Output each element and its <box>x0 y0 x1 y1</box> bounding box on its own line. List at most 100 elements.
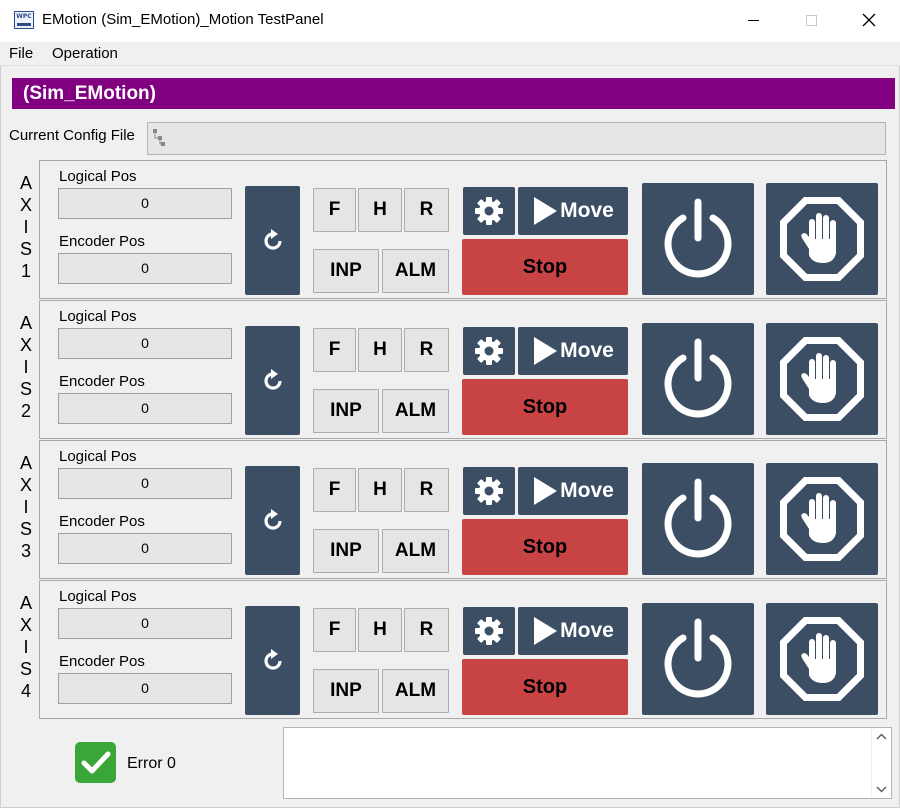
menu-file[interactable]: File <box>9 45 33 62</box>
move-button[interactable]: Move <box>518 327 628 375</box>
axis-1-label: A X I S 1 <box>14 172 38 282</box>
forward-limit-button[interactable]: F <box>313 188 356 232</box>
config-file-label: Current Config File <box>9 127 135 144</box>
gear-icon <box>475 337 503 365</box>
axis-3-label: A X I S 3 <box>14 452 38 562</box>
forward-limit-button[interactable]: F <box>313 608 356 652</box>
message-log[interactable] <box>283 727 892 799</box>
inp-button[interactable]: INP <box>313 249 379 293</box>
gear-icon <box>475 617 503 645</box>
stop-hand-icon <box>780 477 864 561</box>
axis-label-letter: A <box>19 313 32 333</box>
servo-power-button[interactable] <box>642 603 754 715</box>
axis-label-letter: S <box>19 239 32 259</box>
settings-button[interactable] <box>463 187 515 235</box>
window-title: EMotion (Sim_EMotion)_Motion TestPanel <box>42 11 324 28</box>
reverse-limit-button[interactable]: R <box>404 328 449 372</box>
reverse-limit-button[interactable]: R <box>404 468 449 512</box>
axis-2-panel: Logical Pos 0 Encoder Pos 0 F H R INP AL… <box>39 300 887 439</box>
alm-button[interactable]: ALM <box>382 249 449 293</box>
power-icon <box>664 478 732 558</box>
axis-label-letter: I <box>23 217 29 237</box>
emergency-stop-button[interactable] <box>766 603 878 715</box>
encoder-pos-value: 0 <box>58 673 232 704</box>
home-button[interactable]: H <box>358 188 402 232</box>
move-button-label: Move <box>560 479 614 502</box>
logical-pos-label: Logical Pos <box>59 588 137 605</box>
axis-label-letter: 2 <box>20 401 31 421</box>
stop-button[interactable]: Stop <box>462 239 628 295</box>
inp-button[interactable]: INP <box>313 669 379 713</box>
forward-limit-button[interactable]: F <box>313 328 356 372</box>
close-button[interactable] <box>840 0 898 40</box>
move-button[interactable]: Move <box>518 467 628 515</box>
home-button[interactable]: H <box>358 328 402 372</box>
refresh-icon <box>263 368 282 390</box>
settings-button[interactable] <box>463 607 515 655</box>
move-button[interactable]: Move <box>518 187 628 235</box>
inp-button[interactable]: INP <box>313 529 379 573</box>
reverse-limit-button[interactable]: R <box>404 608 449 652</box>
stop-button[interactable]: Stop <box>462 659 628 715</box>
encoder-pos-value: 0 <box>58 253 232 284</box>
reset-position-button[interactable] <box>245 326 300 435</box>
axis-label-letter: S <box>19 659 32 679</box>
home-button[interactable]: H <box>358 468 402 512</box>
scroll-up-icon[interactable] <box>876 733 887 740</box>
app-logo-icon: WPC <box>14 11 34 29</box>
emergency-stop-button[interactable] <box>766 183 878 295</box>
gear-icon <box>475 477 503 505</box>
emergency-stop-button[interactable] <box>766 323 878 435</box>
axis-label-letter: X <box>19 475 32 495</box>
log-scrollbar[interactable] <box>871 728 891 798</box>
scroll-down-icon[interactable] <box>876 786 887 793</box>
encoder-pos-label: Encoder Pos <box>59 233 145 250</box>
logical-pos-value: 0 <box>58 608 232 639</box>
alm-button[interactable]: ALM <box>382 529 449 573</box>
reset-position-button[interactable] <box>245 606 300 715</box>
stop-hand-icon <box>780 197 864 281</box>
encoder-pos-label: Encoder Pos <box>59 373 145 390</box>
servo-power-button[interactable] <box>642 183 754 295</box>
encoder-pos-label: Encoder Pos <box>59 653 145 670</box>
config-file-field[interactable] <box>147 122 886 155</box>
minimize-button[interactable] <box>724 0 782 40</box>
menu-operation[interactable]: Operation <box>52 45 118 62</box>
axis-4-panel: Logical Pos 0 Encoder Pos 0 F H R INP AL… <box>39 580 887 719</box>
play-icon <box>534 197 558 225</box>
axis-label-letter: I <box>23 357 29 377</box>
logical-pos-label: Logical Pos <box>59 308 137 325</box>
maximize-button[interactable] <box>782 0 840 40</box>
alm-button[interactable]: ALM <box>382 669 449 713</box>
settings-button[interactable] <box>463 467 515 515</box>
axis-label-letter: I <box>23 637 29 657</box>
play-icon <box>534 477 558 505</box>
inp-button[interactable]: INP <box>313 389 379 433</box>
device-header: (Sim_EMotion) <box>12 78 895 109</box>
home-button[interactable]: H <box>358 608 402 652</box>
play-icon <box>534 337 558 365</box>
power-icon <box>664 198 732 278</box>
servo-power-button[interactable] <box>642 463 754 575</box>
axis-label-letter: I <box>23 497 29 517</box>
stop-hand-icon <box>780 337 864 421</box>
forward-limit-button[interactable]: F <box>313 468 356 512</box>
move-button-label: Move <box>560 339 614 362</box>
settings-button[interactable] <box>463 327 515 375</box>
error-status-text: Error 0 <box>127 755 176 772</box>
axis-2-label: A X I S 2 <box>14 312 38 422</box>
encoder-pos-value: 0 <box>58 533 232 564</box>
logical-pos-value: 0 <box>58 468 232 499</box>
reverse-limit-button[interactable]: R <box>404 188 449 232</box>
move-button[interactable]: Move <box>518 607 628 655</box>
servo-power-button[interactable] <box>642 323 754 435</box>
reset-position-button[interactable] <box>245 186 300 295</box>
alm-button[interactable]: ALM <box>382 389 449 433</box>
emergency-stop-button[interactable] <box>766 463 878 575</box>
logical-pos-value: 0 <box>58 328 232 359</box>
status-check-icon <box>75 742 116 783</box>
stop-button[interactable]: Stop <box>462 519 628 575</box>
reset-position-button[interactable] <box>245 466 300 575</box>
stop-button[interactable]: Stop <box>462 379 628 435</box>
axis-label-letter: S <box>19 379 32 399</box>
